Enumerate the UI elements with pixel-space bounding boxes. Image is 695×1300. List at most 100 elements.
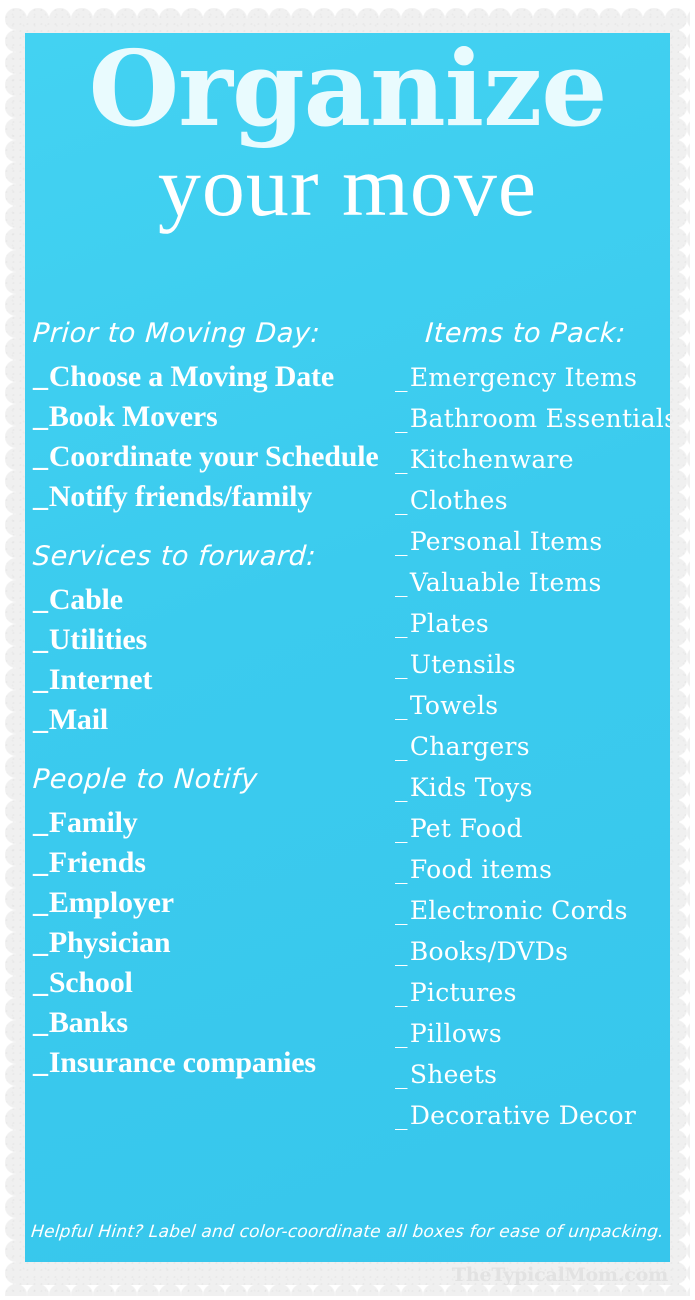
- checkbox-blank-icon[interactable]: _: [395, 1054, 408, 1095]
- list-item-label: Physician: [48, 926, 171, 960]
- list-item[interactable]: _Plates: [395, 603, 670, 644]
- checkbox-blank-icon[interactable]: _: [395, 726, 408, 767]
- list-item-label: Clothes: [409, 486, 508, 516]
- list-item[interactable]: _Choose a Moving Date: [33, 357, 395, 397]
- checkbox-blank-icon[interactable]: _: [33, 397, 48, 437]
- list-item[interactable]: _Personal Items: [395, 521, 670, 562]
- checkbox-blank-icon[interactable]: _: [395, 849, 408, 890]
- teal-panel: Organize your move Prior to Moving Day: …: [25, 33, 670, 1262]
- list-item[interactable]: _Family: [33, 803, 395, 843]
- list-item[interactable]: _Insurance companies: [33, 1043, 395, 1083]
- list-item-label: Kids Toys: [409, 773, 533, 803]
- checkbox-blank-icon[interactable]: _: [395, 972, 408, 1013]
- checkbox-blank-icon[interactable]: _: [33, 843, 48, 883]
- section-heading: Items to Pack:: [424, 318, 627, 349]
- list-item-label: Utilities: [48, 623, 147, 657]
- list-item[interactable]: _Chargers: [395, 726, 670, 767]
- list-item[interactable]: _Food items: [395, 849, 670, 890]
- list-item[interactable]: _Friends: [33, 843, 395, 883]
- checklist-people-to-notify: _Family _Friends _Employer _Physician _S…: [33, 803, 395, 1083]
- checkbox-blank-icon[interactable]: _: [395, 439, 408, 480]
- list-item-label: Insurance companies: [48, 1046, 316, 1080]
- helpful-hint-text: Helpful Hint? Label and color-coordinate…: [30, 1221, 665, 1242]
- checkbox-blank-icon[interactable]: _: [395, 1013, 408, 1054]
- checklist-services-to-forward: _Cable _Utilities _Internet _Mail: [33, 580, 395, 740]
- checkbox-blank-icon[interactable]: _: [395, 603, 408, 644]
- checkbox-blank-icon[interactable]: _: [395, 685, 408, 726]
- page-subtitle: your move: [157, 137, 538, 234]
- list-item-label: Employer: [48, 886, 174, 920]
- checkbox-blank-icon[interactable]: _: [395, 808, 408, 849]
- list-item[interactable]: _Clothes: [395, 480, 670, 521]
- right-column: Items to Pack: _Emergency Items _Bathroo…: [395, 318, 670, 1136]
- checkbox-blank-icon[interactable]: _: [395, 398, 408, 439]
- header-block: Organize your move: [25, 33, 670, 229]
- list-item[interactable]: _Coordinate your Schedule: [33, 437, 395, 477]
- list-item[interactable]: _Pictures: [395, 972, 670, 1013]
- checkbox-blank-icon[interactable]: _: [395, 890, 408, 931]
- checkbox-blank-icon[interactable]: _: [33, 803, 48, 843]
- checkbox-blank-icon[interactable]: _: [33, 620, 48, 660]
- section-services-to-forward: Services to forward: _Cable _Utilities _…: [32, 541, 395, 740]
- checkbox-blank-icon[interactable]: _: [395, 931, 408, 972]
- list-item-label: Cable: [48, 583, 123, 617]
- list-item[interactable]: _School: [33, 963, 395, 1003]
- list-item[interactable]: _Kitchenware: [395, 439, 670, 480]
- list-item[interactable]: _Kids Toys: [395, 767, 670, 808]
- checkbox-blank-icon[interactable]: _: [33, 357, 48, 397]
- list-item[interactable]: _Books/DVDs: [395, 931, 670, 972]
- checkbox-blank-icon[interactable]: _: [33, 1003, 48, 1043]
- checkbox-blank-icon[interactable]: _: [395, 357, 408, 398]
- list-item-label: Towels: [409, 691, 499, 721]
- checkbox-blank-icon[interactable]: _: [33, 923, 48, 963]
- list-item-label: Food items: [409, 855, 553, 885]
- section-heading: Prior to Moving Day:: [31, 318, 322, 349]
- list-item-label: Choose a Moving Date: [48, 360, 334, 394]
- list-item[interactable]: _Mail: [33, 700, 395, 740]
- list-item[interactable]: _Book Movers: [33, 397, 395, 437]
- checkbox-blank-icon[interactable]: _: [33, 437, 48, 477]
- checkbox-blank-icon[interactable]: _: [395, 480, 408, 521]
- list-item[interactable]: _Valuable Items: [395, 562, 670, 603]
- section-items-to-pack: Items to Pack: _Emergency Items _Bathroo…: [395, 318, 670, 1136]
- list-item[interactable]: _Pillows: [395, 1013, 670, 1054]
- checkbox-blank-icon[interactable]: _: [395, 644, 408, 685]
- list-item[interactable]: _Physician: [33, 923, 395, 963]
- checkbox-blank-icon[interactable]: _: [395, 767, 408, 808]
- list-item-label: School: [48, 966, 133, 1000]
- list-item-label: Coordinate your Schedule: [48, 440, 379, 474]
- list-item[interactable]: _Notify friends/family: [33, 477, 395, 517]
- list-item[interactable]: _Towels: [395, 685, 670, 726]
- list-item[interactable]: _Employer: [33, 883, 395, 923]
- checkbox-blank-icon[interactable]: _: [33, 883, 48, 923]
- checkbox-blank-icon[interactable]: _: [33, 963, 48, 1003]
- list-item[interactable]: _Cable: [33, 580, 395, 620]
- list-item[interactable]: _Sheets: [395, 1054, 670, 1095]
- list-item[interactable]: _Pet Food: [395, 808, 670, 849]
- list-item-label: Internet: [48, 663, 153, 697]
- list-item[interactable]: _Emergency Items: [395, 357, 670, 398]
- checkbox-blank-icon[interactable]: _: [395, 562, 408, 603]
- checkbox-blank-icon[interactable]: _: [33, 477, 48, 517]
- list-item-label: Utensils: [409, 650, 516, 680]
- section-prior-to-moving-day: Prior to Moving Day: _Choose a Moving Da…: [31, 318, 395, 517]
- list-item[interactable]: _Internet: [33, 660, 395, 700]
- checkbox-blank-icon[interactable]: _: [395, 521, 408, 562]
- list-item-label: Decorative Decor: [409, 1101, 637, 1131]
- list-item[interactable]: _Utensils: [395, 644, 670, 685]
- checkbox-blank-icon[interactable]: _: [33, 580, 48, 620]
- list-item[interactable]: _Decorative Decor: [395, 1095, 670, 1136]
- list-item[interactable]: _Electronic Cords: [395, 890, 670, 931]
- list-item[interactable]: _Bathroom Essentials: [395, 398, 670, 439]
- list-item-label: Banks: [48, 1006, 128, 1040]
- checkbox-blank-icon[interactable]: _: [33, 660, 48, 700]
- checkbox-blank-icon[interactable]: _: [395, 1095, 408, 1136]
- list-item-label: Valuable Items: [409, 568, 602, 598]
- section-people-to-notify: People to Notify _Family _Friends _Emplo…: [31, 764, 395, 1083]
- checkbox-blank-icon[interactable]: _: [33, 1043, 48, 1083]
- list-item-label: Mail: [48, 703, 108, 737]
- list-item[interactable]: _Banks: [33, 1003, 395, 1043]
- section-heading: People to Notify: [31, 764, 259, 796]
- checkbox-blank-icon[interactable]: _: [33, 700, 48, 740]
- list-item[interactable]: _Utilities: [33, 620, 395, 660]
